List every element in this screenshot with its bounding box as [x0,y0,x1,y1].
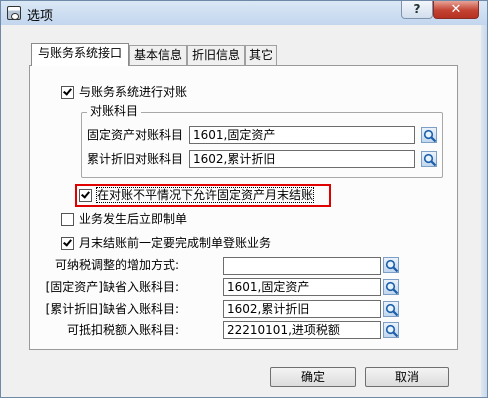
allow-close-checkbox-box[interactable] [79,189,92,202]
reconcile-checkbox-box[interactable] [61,86,74,99]
fixed-asset-default-lookup-search-icon[interactable] [383,279,399,295]
tax-adjust-method-label: 可纳税调整的增加方式: [54,258,179,272]
allow-close-label: 在对账不平情况下允许固定资产月末结账 [95,187,315,203]
options-dialog: 选项 ? ✕ 与账务系统接口 基本信息 折旧信息 其它 与账务系统进行对账 对账… [0,0,488,398]
immediate-voucher-checkbox-box[interactable] [61,213,74,226]
app-icon [7,6,21,20]
reconcile-accounts-group [81,112,443,178]
accum-depr-account-field[interactable]: 1602,累计折旧 [189,150,415,168]
window-title: 选项 [27,9,54,24]
tab-basic-info[interactable]: 基本信息 [129,45,187,65]
tab-other[interactable]: 其它 [245,45,277,65]
deductible-tax-field[interactable]: 22210101,进项税额 [223,321,381,339]
accum-depr-default-lookup-search-icon[interactable] [383,301,399,317]
accum-depr-default-label: [累计折旧]缺省入账科目: [45,302,179,316]
check-mark-icon [63,86,72,96]
window-edge [481,25,487,397]
reconcile-label: 与账务系统进行对账 [79,85,188,99]
fixed-asset-default-field[interactable]: 1601,固定资产 [223,278,381,296]
fixed-asset-account-label: 固定资产对账科目 [87,128,184,142]
reconcile-accounts-title: 对账科目 [87,104,142,118]
title-bar[interactable]: 选项 ? ✕ [1,1,487,25]
fixed-asset-account-field[interactable]: 1601,固定资产 [189,126,415,144]
deductible-tax-label: 可抵扣税额入账科目: [66,323,179,337]
tab-depreciation-info[interactable]: 折旧信息 [187,45,245,65]
immediate-voucher-label: 业务发生后立即制单 [79,212,188,226]
tax-adjust-method-field[interactable] [223,257,381,275]
must-finish-checkbox-box[interactable] [61,237,74,250]
fixed-asset-default-label: [固定资产]缺省入账科目: [45,280,179,294]
fixed-asset-lookup-search-icon[interactable] [421,127,437,143]
accum-depr-account-label: 累计折旧对账科目 [87,152,184,166]
help-button[interactable]: ? [401,1,433,19]
accum-depr-default-field[interactable]: 1602,累计折旧 [223,300,381,318]
deductible-tax-lookup-search-icon[interactable] [383,322,399,338]
check-mark-icon [63,237,72,247]
cancel-button[interactable]: 取消 [365,367,449,387]
close-button[interactable]: ✕ [433,1,479,19]
check-mark-icon [81,189,90,199]
ok-button[interactable]: 确定 [270,367,356,387]
tax-adjust-lookup-search-icon[interactable] [383,257,399,273]
tab-accounting-interface[interactable]: 与账务系统接口 [31,43,129,66]
accum-depr-lookup-search-icon[interactable] [421,151,437,167]
must-finish-label: 月末结账前一定要完成制单登账业务 [79,236,272,250]
